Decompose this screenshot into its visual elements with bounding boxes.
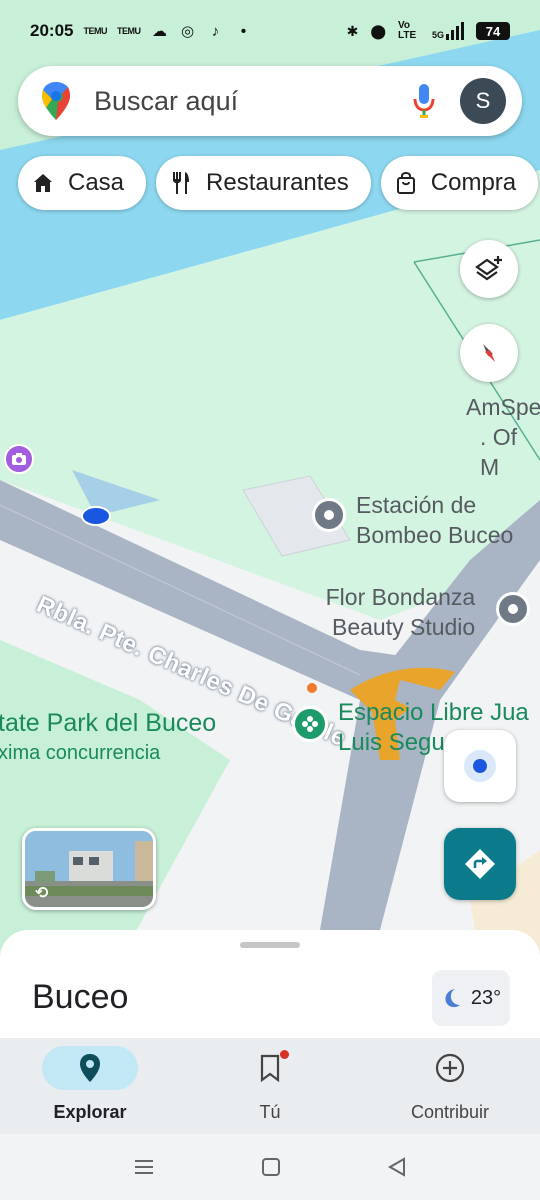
poi-label-estacion[interactable]: Estación de Bombeo Buceo [356,490,513,550]
my-location-icon [464,750,496,782]
directions-button[interactable] [444,828,516,900]
volte-label: Vo LTE [397,20,417,41]
search-bar[interactable]: Buscar aquí S [18,66,522,136]
home-button-icon[interactable] [261,1157,281,1177]
notification-dot [280,1050,289,1059]
system-navigation-bar [0,1134,540,1200]
recent-apps-icon[interactable] [133,1158,155,1176]
layers-icon [475,256,502,281]
tiktok-icon: ♪ [211,22,220,40]
microphone-icon[interactable] [410,81,438,121]
map-view[interactable]: Rbla. Pte. Charles De Gaulle AmSpe . Of … [0,0,540,960]
nav-you[interactable]: Tú [180,1038,360,1134]
rotate-360-icon: ⟲ [35,885,49,902]
photo-pin-icon[interactable] [4,444,34,474]
temu-notification-icon: TEMU [83,25,107,36]
bottom-navigation: Explorar Tú Contribuir [0,1038,540,1134]
chip-restaurants[interactable]: Restaurantes [156,156,371,210]
poi-label-park[interactable]: tate Park del Buceo xima concurrencia [0,708,216,768]
location-pin-icon [80,1054,100,1082]
shopping-bag-icon [396,171,415,194]
instagram-icon: ◎ [180,23,195,40]
my-location-button[interactable] [444,730,516,802]
layers-button[interactable] [460,240,518,298]
bluetooth-icon: ✱ [346,22,359,39]
search-input[interactable]: Buscar aquí [94,86,410,117]
nav-contribute[interactable]: Contribuir [360,1038,540,1134]
status-time: 20:05 [30,21,74,40]
weather-badge[interactable]: 23° [432,970,510,1026]
bookmark-icon [260,1054,280,1082]
poi-pin-flor-icon[interactable] [496,592,530,626]
battery-icon: 74 [476,22,510,40]
avatar[interactable]: S [460,78,506,124]
compass-icon [483,344,495,362]
chip-shopping[interactable]: Compra [380,156,539,210]
compass-button[interactable] [460,324,518,382]
add-circle-icon [435,1053,465,1083]
signal-icon: 5G [432,22,464,40]
cloud-icon: ☁ [151,23,167,40]
bottom-sheet[interactable]: Buceo 23° [0,930,540,1040]
more-dot-icon: • [240,22,247,40]
restaurant-icon [173,172,190,194]
home-icon [34,174,52,192]
street-view-thumbnail[interactable]: ⟲ [22,828,156,910]
area-title: Buceo [32,978,129,1016]
temu-notification-icon-2: TEMU [116,25,141,36]
status-bar: 20:05 TEMU TEMU ☁ ◎ ♪ • ✱ ⬤ Vo LTE 5G 74 [0,0,540,62]
directions-icon [465,849,495,879]
poi-pin-espacio-icon[interactable] [292,706,328,742]
category-chips: Casa Restaurantes Compra [18,156,539,210]
moon-icon [445,989,460,1008]
poi-label-flor[interactable]: Flor Bondanza Beauty Studio [324,582,476,642]
back-icon[interactable] [387,1157,407,1177]
drag-handle[interactable] [240,942,300,948]
google-maps-logo-icon [42,82,70,120]
poi-label-amspe[interactable]: AmSpe . Of M [466,392,540,482]
location-status-icon: ⬤ [370,22,386,39]
nav-explore[interactable]: Explorar [0,1038,180,1134]
poi-pin-estacion-icon[interactable] [312,498,346,532]
chip-home[interactable]: Casa [18,156,147,210]
